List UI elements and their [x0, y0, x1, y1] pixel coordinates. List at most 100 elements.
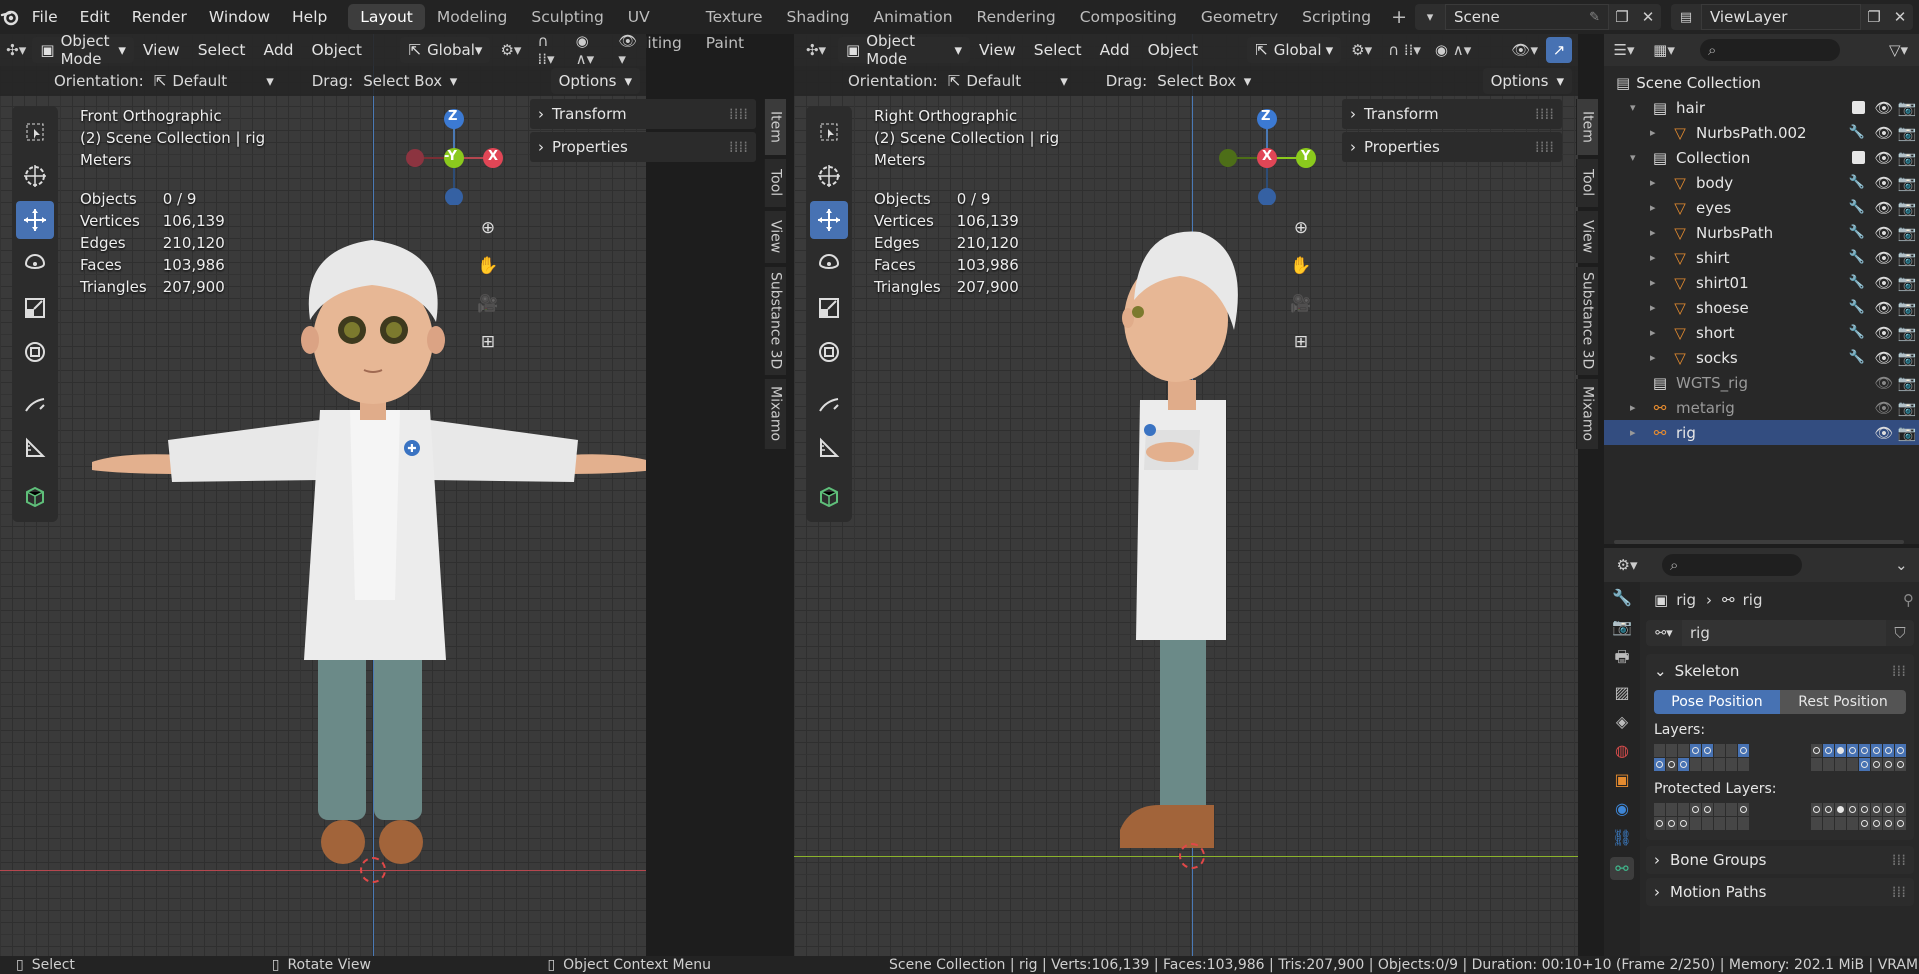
layer-toggle[interactable]	[1678, 758, 1689, 771]
properties-editor-icon[interactable]: ⚙▾	[1604, 556, 1650, 574]
view-layer-tab-icon[interactable]: ▨	[1614, 683, 1629, 702]
eye-icon[interactable]: 👁	[1873, 224, 1895, 242]
pose-position-button[interactable]: Pose Position	[1654, 690, 1780, 714]
3d-cursor-icon[interactable]	[1179, 843, 1205, 869]
layer-toggle[interactable]	[1859, 803, 1870, 816]
layer-toggle[interactable]	[1811, 758, 1822, 771]
outliner-root[interactable]: ▤ Scene Collection	[1604, 70, 1919, 95]
layer-toggle[interactable]	[1654, 803, 1665, 816]
cursor-tool-icon[interactable]	[16, 157, 54, 195]
side-tab-substance[interactable]: Substance 3D	[764, 267, 786, 375]
layer-toggle[interactable]	[1690, 758, 1701, 771]
drag-handle-icon[interactable]: ⁞⁞⁞⁞	[729, 105, 748, 123]
menu-window[interactable]: Window	[198, 0, 281, 34]
layer-toggle[interactable]	[1811, 744, 1822, 757]
3d-cursor-icon[interactable]	[360, 857, 386, 883]
tab-layout[interactable]: Layout	[348, 4, 425, 30]
side-tab-mixamo[interactable]: Mixamo	[1576, 379, 1598, 449]
modifier-icon[interactable]: 🔧	[1849, 275, 1865, 290]
menu-file[interactable]: File	[21, 0, 69, 34]
outliner-row-nurbspath-002[interactable]: ▸ ▽ NurbsPath.002 🔧 👁 📷	[1604, 120, 1919, 145]
layer-toggle[interactable]	[1678, 817, 1689, 830]
object-tab-icon[interactable]: ▣	[1614, 770, 1629, 789]
outliner-row-shirt[interactable]: ▸ ▽ shirt 🔧 👁 📷	[1604, 245, 1919, 270]
drag-dropdown[interactable]: Select Box ▾	[1157, 72, 1251, 90]
tab-sculpting[interactable]: Sculpting	[519, 4, 615, 30]
outliner-row-shoese[interactable]: ▸ ▽ shoese 🔧 👁 📷	[1604, 295, 1919, 320]
editor-type-icon[interactable]: ✣▾	[794, 41, 838, 59]
layer-toggle[interactable]	[1654, 817, 1665, 830]
render-camera-icon[interactable]: 📷	[1895, 349, 1919, 367]
annotate-tool-icon[interactable]	[810, 385, 848, 423]
properties-panel-header[interactable]: › Properties ⁞⁞⁞⁞	[530, 132, 756, 162]
fake-user-icon[interactable]: ⛉	[1886, 620, 1914, 646]
menu-add[interactable]: Add	[1091, 41, 1139, 59]
layer-toggle[interactable]	[1883, 744, 1894, 757]
layer-toggle[interactable]	[1654, 744, 1665, 757]
modifier-icon[interactable]: 🔧	[1849, 175, 1865, 190]
transform-orientation-dropdown[interactable]: ⇱ Global ▾	[1247, 37, 1342, 63]
layer-toggle[interactable]	[1738, 744, 1749, 757]
layer-toggle[interactable]	[1871, 744, 1882, 757]
outliner-row-shirt01[interactable]: ▸ ▽ shirt01 🔧 👁 📷	[1604, 270, 1919, 295]
outliner-row-socks[interactable]: ▸ ▽ socks 🔧 👁 📷	[1604, 345, 1919, 370]
side-tab-tool[interactable]: Tool	[764, 159, 786, 207]
layer-toggle[interactable]	[1835, 744, 1846, 757]
new-scene-icon[interactable]: ❐	[1609, 4, 1635, 30]
layer-toggle[interactable]	[1895, 758, 1906, 771]
tab-scripting[interactable]: Scripting	[1290, 4, 1383, 30]
transform-tool-icon[interactable]	[810, 333, 848, 371]
scene-field[interactable]: Scene ✎	[1445, 4, 1609, 30]
annotate-tool-icon[interactable]	[16, 385, 54, 423]
pan-hand-icon[interactable]: ✋	[1285, 250, 1317, 282]
layer-toggle[interactable]	[1702, 817, 1713, 830]
pivot-icon[interactable]: ⚙▾	[1341, 41, 1382, 59]
outliner-row-rig[interactable]: ▸ ⚯ rig 👁 📷	[1604, 420, 1919, 445]
render-camera-icon[interactable]: 📷	[1895, 174, 1919, 192]
outliner-row-short[interactable]: ▸ ▽ short 🔧 👁 📷	[1604, 320, 1919, 345]
outliner-scrollbar[interactable]	[1614, 540, 1904, 544]
properties-search-input[interactable]: ⌕	[1662, 554, 1802, 576]
tool-tab-icon[interactable]: 🔧	[1612, 588, 1632, 607]
eye-icon[interactable]: 👁	[1873, 274, 1895, 292]
data-name-field[interactable]: rig	[1682, 620, 1886, 646]
outliner-search-input[interactable]: ⌕	[1700, 39, 1840, 61]
menu-view[interactable]: View	[134, 41, 189, 59]
layer-toggle[interactable]	[1847, 744, 1858, 757]
chevron-down-icon[interactable]: ▾	[1630, 151, 1644, 164]
modifier-icon[interactable]: 🔧	[1849, 200, 1865, 215]
scale-tool-icon[interactable]	[16, 289, 54, 327]
drag-handle-icon[interactable]: ⁞⁞⁞	[1892, 662, 1906, 680]
chevron-right-icon[interactable]: ▸	[1650, 301, 1664, 314]
eye-icon[interactable]: 👁	[1873, 99, 1895, 117]
mode-dropdown[interactable]: ▣ Object Mode ▾	[32, 32, 134, 68]
layer-toggle[interactable]	[1859, 758, 1870, 771]
pivot-icon[interactable]: ⚙▾	[490, 41, 531, 59]
drag-handle-icon[interactable]: ⁞⁞⁞⁞	[729, 138, 748, 156]
render-camera-icon[interactable]: 📷	[1895, 274, 1919, 292]
layer-toggle[interactable]	[1690, 817, 1701, 830]
drag-handle-icon[interactable]: ⁞⁞⁞⁞	[1535, 105, 1554, 123]
eye-icon[interactable]: 👁	[1873, 424, 1895, 442]
render-camera-icon[interactable]: 📷	[1895, 199, 1919, 217]
tab-compositing[interactable]: Compositing	[1068, 4, 1189, 30]
layer-toggle[interactable]	[1738, 758, 1749, 771]
right-viewport[interactable]	[794, 34, 1578, 956]
visibility-icon[interactable]: 👁▾	[1503, 41, 1546, 59]
layer-toggle[interactable]	[1871, 817, 1882, 830]
view-layer-field[interactable]: ViewLayer	[1701, 4, 1861, 30]
chevron-right-icon[interactable]: ▸	[1650, 351, 1664, 364]
drag-handle-icon[interactable]: ⁞⁞⁞	[1892, 883, 1906, 901]
transform-orientation-dropdown[interactable]: ⇱ Global ▾	[400, 37, 491, 63]
eye-icon[interactable]: 👁	[1873, 349, 1895, 367]
layer-toggle[interactable]	[1883, 817, 1894, 830]
layer-toggle[interactable]	[1726, 744, 1737, 757]
display-mode-icon[interactable]: ▦▾	[1644, 41, 1684, 59]
chevron-right-icon[interactable]: ▸	[1650, 176, 1664, 189]
pin-icon[interactable]: ✎	[1589, 10, 1600, 25]
side-tab-tool[interactable]: Tool	[1576, 159, 1598, 207]
modifier-icon[interactable]: 🔧	[1849, 300, 1865, 315]
chevron-down-icon[interactable]: ⌄	[1895, 556, 1919, 574]
cursor-tool-icon[interactable]	[810, 157, 848, 195]
render-camera-icon[interactable]: 📷	[1895, 299, 1919, 317]
